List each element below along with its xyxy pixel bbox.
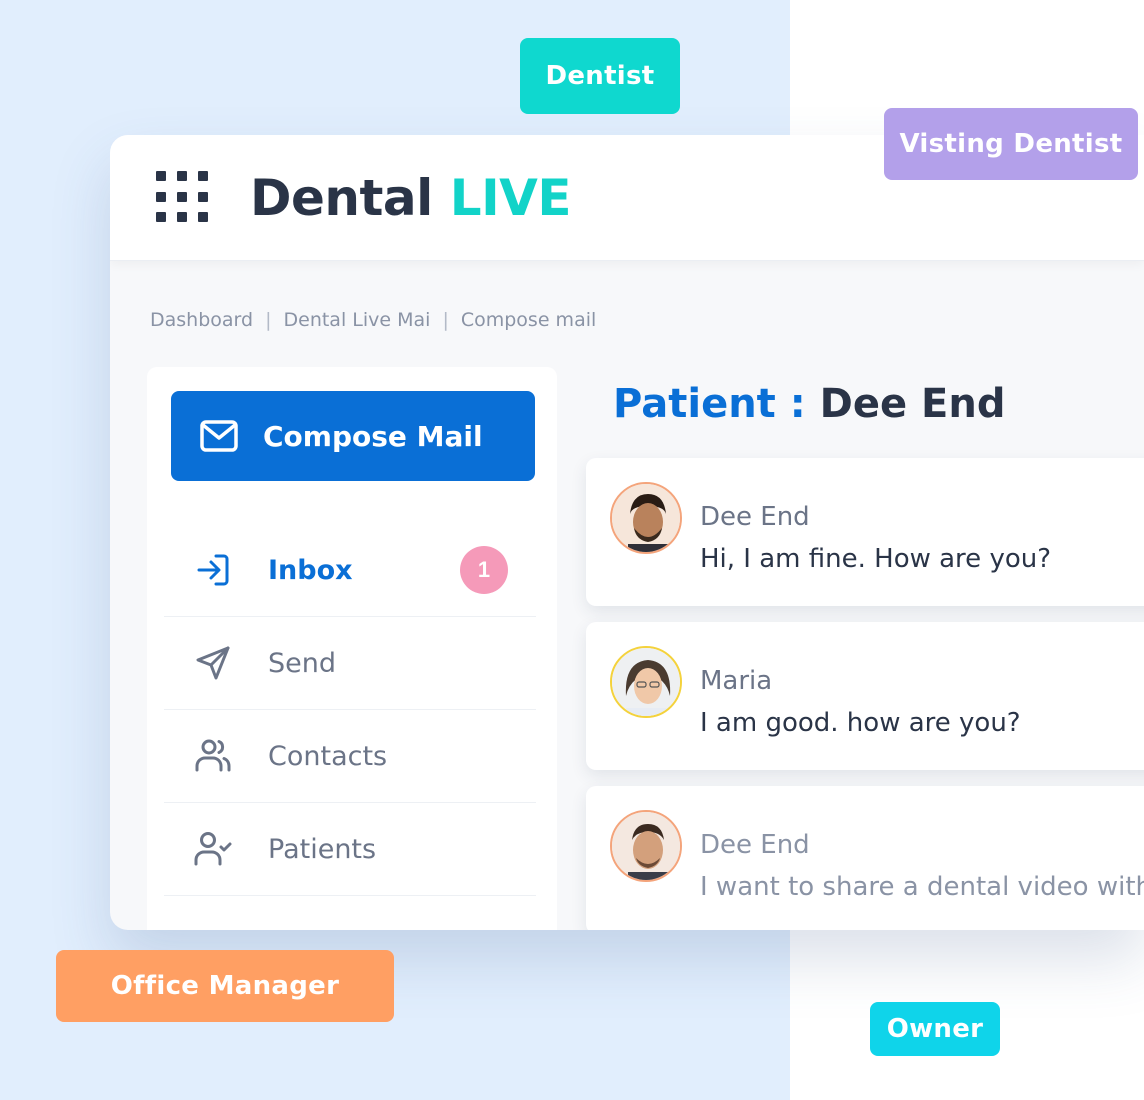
logo-main-text: Dental bbox=[250, 169, 433, 227]
sidebar-item-patients[interactable]: Patients bbox=[164, 803, 536, 896]
grid-menu-icon[interactable] bbox=[156, 171, 208, 223]
mail-sidebar: Compose Mail Inbox 1 Send Contacts Patie… bbox=[147, 367, 557, 930]
breadcrumb-compose-mail[interactable]: Compose mail bbox=[461, 309, 596, 331]
logo-accent-text: LIVE bbox=[449, 169, 572, 227]
sidebar-item-inbox[interactable]: Inbox 1 bbox=[164, 524, 536, 617]
sidebar-item-contacts[interactable]: Contacts bbox=[164, 710, 536, 803]
breadcrumb-dental-live-mail[interactable]: Dental Live Mai bbox=[284, 309, 431, 331]
inbox-icon bbox=[197, 554, 229, 586]
message-preview: I want to share a dental video with bbox=[700, 872, 1144, 902]
patient-heading: Patient : Dee End bbox=[613, 381, 1005, 427]
message-item[interactable]: Dee End Hi, I am fine. How are you? bbox=[586, 458, 1144, 606]
breadcrumb-separator: | bbox=[442, 309, 449, 331]
patients-icon bbox=[194, 832, 232, 866]
message-item[interactable]: Dee End I want to share a dental video w… bbox=[586, 786, 1144, 930]
avatar bbox=[610, 810, 682, 882]
avatar bbox=[610, 482, 682, 554]
breadcrumb: Dashboard | Dental Live Mai | Compose ma… bbox=[150, 309, 596, 331]
sidebar-item-label: Inbox bbox=[268, 554, 353, 586]
app-logo: Dental LIVE bbox=[250, 169, 572, 227]
send-icon bbox=[196, 646, 230, 680]
inbox-count-badge: 1 bbox=[460, 546, 508, 594]
message-preview: Hi, I am fine. How are you? bbox=[700, 544, 1052, 574]
message-sender: Maria bbox=[700, 666, 773, 696]
message-sender: Dee End bbox=[700, 502, 810, 532]
patient-label: Patient : bbox=[613, 381, 806, 427]
avatar bbox=[610, 646, 682, 718]
breadcrumb-dashboard[interactable]: Dashboard bbox=[150, 309, 253, 331]
contacts-icon bbox=[195, 739, 231, 772]
message-item[interactable]: Maria I am good. how are you? bbox=[586, 622, 1144, 770]
sidebar-item-send[interactable]: Send bbox=[164, 617, 536, 710]
office-manager-role-tag: Office Manager bbox=[56, 950, 394, 1022]
visiting-dentist-role-tag: Visting Dentist bbox=[884, 108, 1138, 180]
message-sender: Dee End bbox=[700, 830, 810, 860]
owner-role-tag: Owner bbox=[870, 1002, 1000, 1056]
compose-mail-label: Compose Mail bbox=[263, 419, 483, 453]
breadcrumb-separator: | bbox=[265, 309, 272, 331]
compose-mail-button[interactable]: Compose Mail bbox=[171, 391, 535, 481]
sidebar-item-label: Patients bbox=[268, 833, 377, 865]
mail-icon bbox=[200, 420, 238, 452]
sidebar-item-label: Send bbox=[268, 647, 337, 679]
patient-name: Dee End bbox=[819, 381, 1006, 427]
message-preview: I am good. how are you? bbox=[700, 708, 1021, 738]
app-window: Dental LIVE Dashboard | Dental Live Mai … bbox=[110, 135, 1144, 930]
dentist-role-tag: Dentist bbox=[520, 38, 680, 114]
sidebar-item-label: Contacts bbox=[268, 740, 388, 772]
